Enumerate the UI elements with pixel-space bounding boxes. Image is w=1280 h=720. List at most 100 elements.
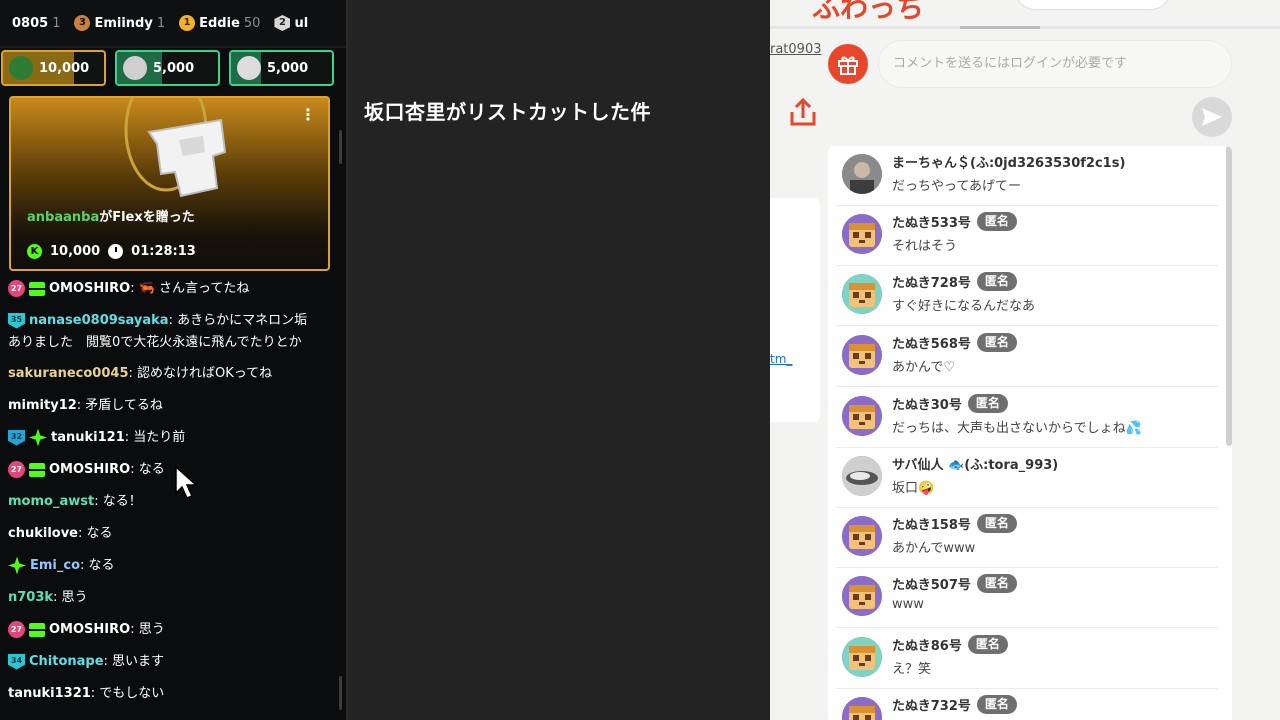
- chat-text: : あきらかにマネロン垢: [168, 313, 308, 328]
- scrollbar-thumb[interactable]: [339, 676, 342, 710]
- chat-message: 27 OMOSHIRO: なる: [8, 459, 338, 481]
- chat-username[interactable]: OMOSHIRO: [49, 281, 130, 296]
- avatar[interactable]: [842, 516, 882, 556]
- chat-message: tanuki1321: でもしない: [8, 683, 338, 705]
- chat-text: : なる: [80, 558, 115, 573]
- comment-item: たぬき732号 匿名: [836, 689, 1218, 720]
- avatar[interactable]: [842, 396, 882, 436]
- comment-author-name[interactable]: たぬき507号: [892, 574, 971, 593]
- anonymous-badge: 匿名: [976, 333, 1017, 352]
- gift-button[interactable]: [828, 44, 868, 84]
- leaderboard-count: 1: [52, 15, 61, 31]
- chat-username[interactable]: sakuraneco0045: [8, 366, 129, 381]
- comment-item: たぬき568号 匿名あかんで♡: [836, 327, 1218, 387]
- chat-username[interactable]: tanuki1321: [8, 686, 91, 701]
- chat-username[interactable]: chukilove: [8, 526, 78, 541]
- gift-sender-name[interactable]: anbaanba: [27, 210, 99, 225]
- gifter-badge-icon: [29, 281, 45, 296]
- comment-list: まーちゃん＄(ふ:0jd3263530f2c1s) だっちやってあげてーたぬき53…: [828, 146, 1232, 720]
- scrollbar-thumb[interactable]: [339, 130, 342, 164]
- chat-message: 27 OMOSHIRO: 思う: [8, 619, 338, 641]
- comment-text: あかんで♡: [892, 360, 956, 375]
- comment-author-name[interactable]: まーちゃん＄(ふ:0jd3263530f2c1s): [892, 152, 1125, 171]
- leaderboard-entry[interactable]: 1 Eddie 50: [179, 15, 260, 31]
- avatar[interactable]: [842, 456, 882, 496]
- comment-input[interactable]: コメントを送るにはログインが必要です: [878, 40, 1232, 88]
- comment-page: ふわっち rat0903 コメントを送るにはログインが必要です tm_ まーちゃ…: [770, 0, 1280, 720]
- share-icon[interactable]: [786, 96, 820, 130]
- subscriber-badge-icon: 27: [8, 461, 25, 478]
- flex-chain-gift-icon: [124, 98, 227, 198]
- avatar[interactable]: [842, 274, 882, 314]
- leaderboard-count: 1: [156, 15, 166, 31]
- comment-author: たぬき533号 匿名: [892, 212, 1017, 231]
- chat-username[interactable]: mimity12: [8, 398, 77, 413]
- scrollbar-thumb[interactable]: [1226, 146, 1232, 446]
- site-logo[interactable]: ふわっち: [812, 0, 924, 26]
- more-options-icon[interactable]: ⋮: [300, 107, 316, 123]
- chat-username[interactable]: nanase0809sayaka: [29, 313, 169, 328]
- leaderboard-entry[interactable]: 3 Emiindy 1: [74, 15, 165, 31]
- comment-author: サバ仙人 🐟(ふ:tora_993): [892, 454, 1058, 473]
- comment-author-name[interactable]: たぬき533号: [892, 212, 971, 231]
- pinned-gift-pill[interactable]: 10,000: [1, 50, 106, 86]
- stream-preview-area: 坂口杏里がリストカットした件: [346, 0, 770, 720]
- comment-author: たぬき568号 匿名: [892, 333, 1017, 352]
- avatar: [237, 56, 261, 80]
- chat-username[interactable]: Chitonape: [29, 654, 104, 669]
- leaderboard-entry[interactable]: 2 ul: [274, 15, 308, 31]
- pinned-gift-pill[interactable]: 5,000: [115, 50, 220, 86]
- header-search-box[interactable]: [1015, 0, 1171, 10]
- chat-username[interactable]: n703k: [8, 590, 53, 605]
- leaderboard-entry[interactable]: 0805 1: [12, 16, 60, 31]
- chat-message: momo_awst: なる！: [8, 491, 338, 513]
- chat-username[interactable]: momo_awst: [8, 494, 94, 509]
- side-link[interactable]: tm_: [770, 352, 792, 366]
- chat-text: : 認めなければOKってね: [128, 366, 273, 381]
- avatar[interactable]: [842, 335, 882, 375]
- comment-author-name[interactable]: たぬき728号: [892, 272, 971, 291]
- chat-username[interactable]: Emi_co: [30, 558, 80, 573]
- comment-author-name[interactable]: たぬき86号: [892, 635, 962, 654]
- subscriber-badge-icon: 32: [8, 429, 25, 446]
- pinned-gift-pill[interactable]: 5,000: [229, 50, 334, 86]
- anonymous-badge: 匿名: [976, 212, 1017, 231]
- chat-username[interactable]: OMOSHIRO: [49, 462, 130, 477]
- avatar: [123, 56, 147, 80]
- comment-author-name[interactable]: たぬき732号: [892, 695, 971, 714]
- header-divider: [770, 26, 1280, 29]
- chat-message: 35 nanase0809sayaka: あきらかにマネロン垢 ありました 閲覧0で…: [8, 310, 338, 354]
- comment-item: たぬき158号 匿名 あかんでwww: [836, 508, 1218, 568]
- comment-text: それはそう: [892, 239, 958, 254]
- leaderboard-name: 0805: [12, 15, 49, 31]
- leaderboard-name: Eddie: [199, 15, 240, 31]
- chat-username[interactable]: tanuki121: [51, 430, 125, 445]
- gift-meta: K 10,000 01:28:13: [27, 244, 196, 259]
- avatar[interactable]: [842, 637, 882, 677]
- avatar[interactable]: [842, 214, 882, 254]
- chat-text: : 思う: [53, 590, 88, 605]
- comment-item: たぬき728号 匿名 すぐ好きになるんだなあ: [836, 266, 1218, 326]
- chat-text: : なる！: [94, 494, 142, 509]
- comment-author-name[interactable]: たぬき568号: [892, 333, 971, 352]
- user-link[interactable]: rat0903: [770, 42, 822, 57]
- comment-text: あかんでwww: [892, 541, 976, 556]
- leaderboard-name: Emiindy: [94, 15, 153, 31]
- avatar[interactable]: [842, 154, 882, 194]
- avatar[interactable]: [842, 697, 882, 720]
- silver-medal-icon: 2: [274, 15, 291, 31]
- chat-text: : 思います: [103, 654, 165, 669]
- anonymous-badge: 匿名: [967, 635, 1008, 654]
- stream-chat-panel: 0805 1 3 Emiindy 1 1 Eddie 50 2 ul 10,00…: [0, 0, 346, 720]
- send-button[interactable]: [1192, 97, 1232, 137]
- comment-author-name[interactable]: たぬき30号: [892, 394, 962, 413]
- mouse-cursor-icon: [175, 466, 198, 499]
- comment-author-name[interactable]: サバ仙人 🐟(ふ:tora_993): [892, 454, 1058, 473]
- comment-author-name[interactable]: たぬき158号: [892, 514, 971, 533]
- chat-message: mimity12: 矛盾してるね: [8, 395, 338, 417]
- chat-message: n703k: 思う: [8, 587, 338, 609]
- comment-item: まーちゃん＄(ふ:0jd3263530f2c1s) だっちやってあげてー: [836, 146, 1218, 206]
- avatar[interactable]: [842, 576, 882, 616]
- chat-username[interactable]: OMOSHIRO: [49, 622, 130, 637]
- comment-author: まーちゃん＄(ふ:0jd3263530f2c1s): [892, 152, 1125, 171]
